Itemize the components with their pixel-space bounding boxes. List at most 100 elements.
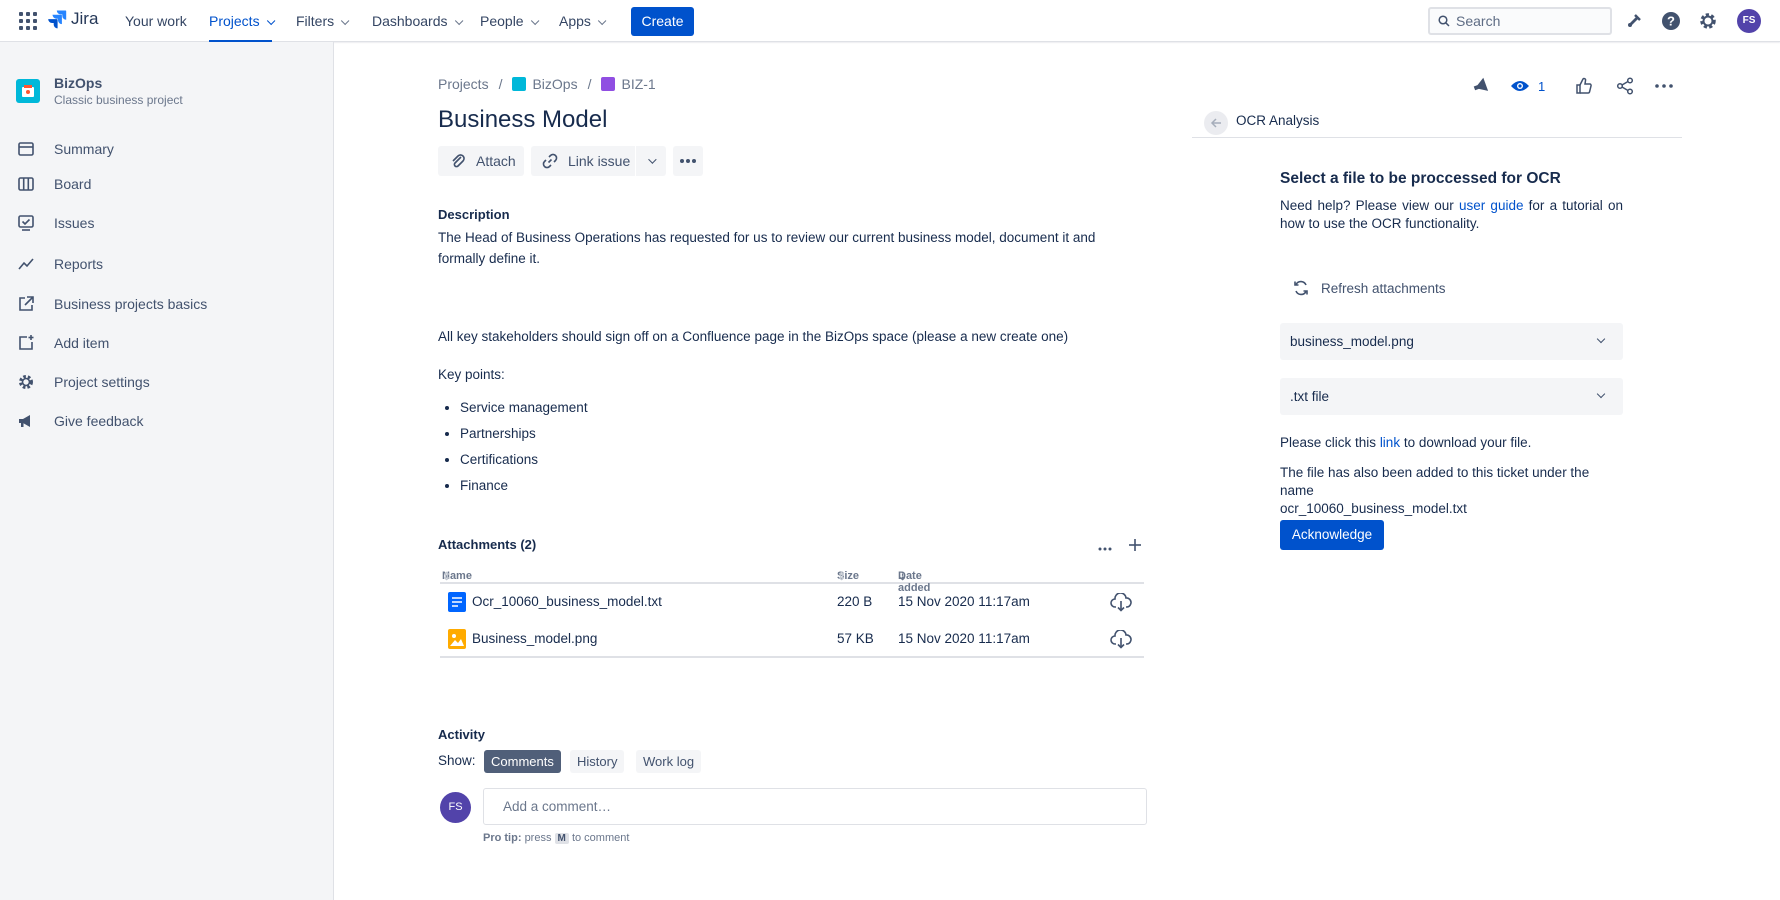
- external-link-icon: [16, 294, 36, 314]
- download-text: Please click this link to download your …: [1280, 434, 1531, 452]
- chevron-down-icon: [454, 16, 463, 26]
- tab-work-log[interactable]: Work log: [636, 750, 702, 773]
- breadcrumb: Projects / BizOps / BIZ-1: [438, 76, 656, 92]
- breadcrumb-projects[interactable]: Projects: [438, 76, 489, 92]
- nav-projects[interactable]: Projects: [209, 0, 275, 43]
- download-link[interactable]: link: [1380, 435, 1400, 450]
- add-item-icon: [16, 333, 36, 353]
- nav-filters-label: Filters: [296, 13, 335, 29]
- pro-tip-suffix: to comment: [571, 832, 630, 844]
- breadcrumb-separator: /: [498, 76, 503, 92]
- svg-text:?: ?: [1667, 14, 1675, 29]
- nav-filters[interactable]: Filters: [296, 0, 350, 42]
- table-row[interactable]: Ocr_10060_business_model.txt 220 B 15 No…: [440, 584, 1144, 621]
- comment-input[interactable]: [483, 788, 1147, 825]
- ocr-panel-header: OCR Analysis: [1192, 108, 1682, 138]
- summary-icon: [16, 139, 36, 159]
- notifications-icon[interactable]: [1623, 10, 1645, 32]
- attachments-table: Name ⇕ Size ⇕ Date added ⇣ Ocr_10060_bus…: [440, 562, 1144, 658]
- nav-apps[interactable]: Apps: [559, 0, 607, 42]
- added-note: The file has also been added to this tic…: [1280, 464, 1623, 518]
- format-select-value: .txt file: [1290, 389, 1330, 404]
- search-input[interactable]: [1456, 11, 1606, 31]
- tab-comments[interactable]: Comments: [484, 750, 561, 773]
- link-issue-dropdown[interactable]: [636, 146, 666, 176]
- sidebar-item-label: Project settings: [54, 374, 150, 390]
- thumbs-up-icon[interactable]: [1572, 74, 1596, 98]
- sidebar-item-label: Business projects basics: [54, 296, 208, 312]
- attachment-size: 220 B: [837, 594, 873, 609]
- project-name: BizOps: [54, 75, 103, 91]
- sidebar-item-board[interactable]: Board: [16, 172, 91, 196]
- nav-people-label: People: [480, 13, 524, 29]
- chevron-down-icon: [1596, 334, 1606, 344]
- jira-logo[interactable]: Jira: [47, 9, 98, 29]
- tab-history[interactable]: History: [570, 750, 625, 773]
- ocr-help-text: Need help? Please view our user guide fo…: [1280, 197, 1623, 233]
- user-guide-link[interactable]: user guide: [1459, 198, 1523, 213]
- attachment-name[interactable]: Ocr_10060_business_model.txt: [472, 594, 662, 609]
- nav-apps-label: Apps: [559, 13, 591, 29]
- nav-people[interactable]: People: [480, 0, 539, 42]
- acknowledge-button[interactable]: Acknowledge: [1280, 520, 1384, 550]
- more-icon[interactable]: [1652, 74, 1676, 98]
- attachment-size: 57 KB: [837, 631, 874, 646]
- chevron-down-icon: [1596, 389, 1606, 399]
- attach-button[interactable]: Attach: [438, 146, 524, 176]
- format-select[interactable]: .txt file: [1280, 378, 1623, 415]
- refresh-attachments-button[interactable]: Refresh attachments: [1292, 279, 1446, 297]
- app-switcher-icon[interactable]: [19, 12, 37, 30]
- text-file-icon: [448, 592, 466, 612]
- project-header[interactable]: BizOps Classic business project: [16, 75, 183, 107]
- more-actions-button[interactable]: [673, 146, 703, 176]
- description-paragraph-2: All key stakeholders should sign off on …: [438, 329, 1069, 344]
- settings-gear-icon[interactable]: [1697, 10, 1719, 32]
- eye-icon: [1511, 81, 1529, 91]
- file-select[interactable]: business_model.png: [1280, 323, 1623, 360]
- nav-your-work[interactable]: Your work: [125, 0, 187, 42]
- watch-count: 1: [1538, 78, 1546, 94]
- sidebar-item-label: Board: [54, 176, 92, 192]
- sidebar-item-business-projects-basics[interactable]: Business projects basics: [16, 292, 207, 316]
- download-prefix: Please click this: [1280, 435, 1377, 450]
- sidebar-item-summary[interactable]: Summary: [16, 137, 114, 161]
- attach-label: Attach: [476, 153, 516, 169]
- list-item: Service management: [460, 395, 588, 421]
- add-attachment-icon[interactable]: [1128, 538, 1142, 555]
- breadcrumb-separator: /: [587, 76, 592, 92]
- search-icon: [1438, 15, 1450, 27]
- sidebar-item-label: Give feedback: [54, 413, 144, 429]
- sidebar-item-give-feedback[interactable]: Give feedback: [16, 409, 144, 433]
- activity-title: Activity: [438, 727, 485, 742]
- sidebar-item-reports[interactable]: Reports: [16, 252, 103, 276]
- breadcrumb-project[interactable]: BizOps: [532, 76, 577, 92]
- nav-your-work-label: Your work: [125, 13, 187, 29]
- search-box[interactable]: [1428, 7, 1612, 35]
- download-icon[interactable]: [1110, 630, 1132, 650]
- create-button[interactable]: Create: [631, 7, 694, 36]
- sidebar-item-add-item[interactable]: Add item: [16, 331, 109, 355]
- attachment-name[interactable]: Business_model.png: [472, 631, 597, 646]
- nav-dashboards[interactable]: Dashboards: [372, 0, 463, 42]
- breadcrumb-issue-key[interactable]: BIZ-1: [621, 76, 655, 92]
- issues-icon: [16, 213, 36, 233]
- share-icon[interactable]: [1613, 74, 1637, 98]
- user-avatar[interactable]: FS: [1737, 9, 1761, 33]
- download-icon[interactable]: [1110, 593, 1132, 613]
- ocr-body: Select a file to be proccessed for OCR N…: [1280, 170, 1623, 233]
- sidebar-item-project-settings[interactable]: Project settings: [16, 370, 150, 394]
- link-issue-label: Link issue: [568, 153, 631, 169]
- watch-button[interactable]: 1: [1510, 74, 1550, 98]
- back-arrow-icon[interactable]: [1204, 111, 1228, 135]
- issue-title[interactable]: Business Model: [438, 106, 607, 134]
- attachments-more-icon[interactable]: [1098, 538, 1112, 554]
- chevron-down-icon: [530, 16, 539, 26]
- sidebar-item-issues[interactable]: Issues: [16, 211, 94, 235]
- jira-logo-icon: [48, 10, 67, 29]
- feedback-megaphone-icon[interactable]: [1469, 74, 1493, 98]
- link-issue-button[interactable]: Link issue: [531, 146, 635, 176]
- table-row[interactable]: Business_model.png 57 KB 15 Nov 2020 11:…: [440, 621, 1144, 658]
- help-icon[interactable]: ?: [1660, 10, 1682, 32]
- project-icon: [512, 77, 527, 91]
- paperclip-icon: [452, 154, 465, 168]
